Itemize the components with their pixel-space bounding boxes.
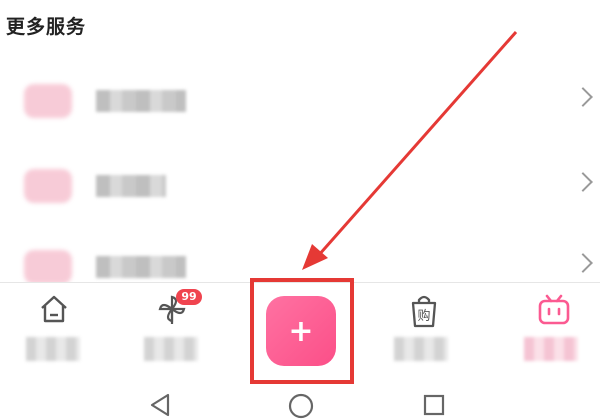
tab-mall[interactable]: 购 ███ [386, 293, 456, 378]
service-label: ██████ [96, 175, 166, 197]
chevron-right-icon [573, 172, 593, 192]
service-item-2[interactable]: ██████ [0, 155, 600, 215]
tab-label: ███ [144, 337, 198, 361]
chevron-right-icon [573, 87, 593, 107]
back-icon[interactable] [148, 392, 174, 418]
tab-label: ███ [394, 337, 448, 361]
system-nav-bar [0, 386, 600, 420]
shopping-bag-icon: 购 [411, 295, 437, 328]
recents-icon[interactable] [421, 392, 447, 418]
tab-dynamic[interactable]: 99 ███ [136, 289, 206, 378]
notification-badge: 99 [176, 289, 202, 305]
gift-icon [24, 250, 72, 284]
truck-icon [24, 169, 72, 203]
tv-icon [538, 294, 570, 325]
service-label: ████████ [96, 90, 186, 112]
home-icon [41, 295, 67, 323]
tab-label: ███ [524, 337, 578, 361]
home-nav-icon[interactable] [287, 392, 315, 420]
tab-label: ███ [26, 337, 80, 361]
service-label: ████████ [96, 256, 186, 278]
service-item-1[interactable]: ████████ [0, 70, 600, 130]
wifi-icon [24, 84, 72, 118]
tab-mine[interactable]: ███ [516, 293, 586, 378]
tab-home[interactable]: ███ [18, 293, 88, 378]
bag-glyph: 购 [417, 308, 430, 324]
chevron-right-icon [573, 253, 593, 273]
section-title: 更多服务 [6, 16, 87, 38]
annotation-highlight-box [250, 278, 354, 384]
